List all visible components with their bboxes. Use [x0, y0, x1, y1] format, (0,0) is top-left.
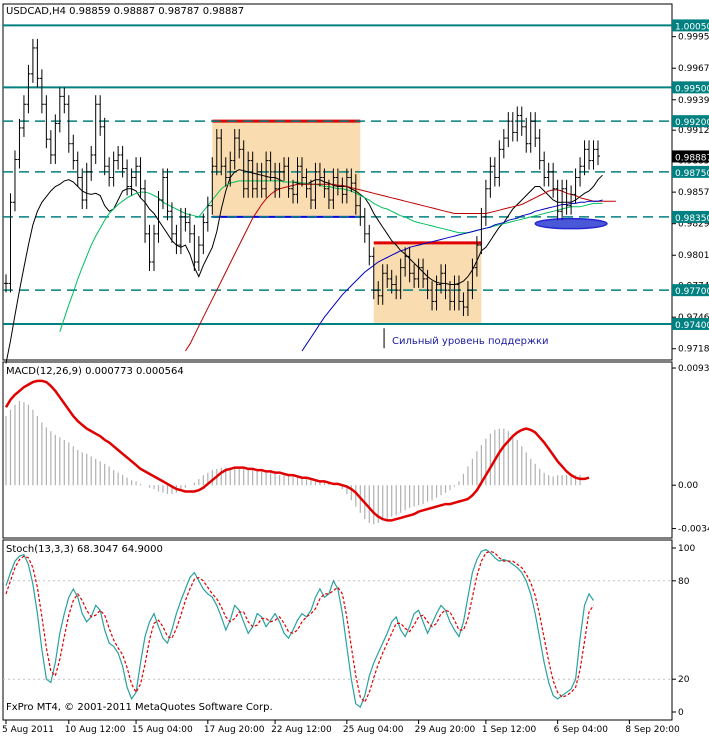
- price-axis-tick-label: 0.97180: [678, 345, 709, 355]
- date-axis-tick-label: 6 Sep 04:00: [554, 725, 609, 735]
- level-label: 0.97700: [675, 287, 709, 297]
- price-axis-tick-label: 0.99670: [678, 64, 709, 74]
- macd-axis-tick-label: 0.00932: [678, 364, 709, 374]
- level-label: 0.98350: [675, 214, 709, 224]
- highlight-ellipse: [534, 217, 608, 230]
- stoch-axis-tick-label: 80: [678, 577, 690, 587]
- level-label: 0.99500: [675, 84, 709, 94]
- date-axis-tick-label: 5 Aug 2011: [2, 725, 54, 735]
- stoch-axis-tick-label: 0: [678, 708, 684, 718]
- date-axis-tick-label: 17 Aug 20:00: [204, 725, 265, 735]
- support-annotation: Сильный уровень поддержки: [392, 336, 548, 347]
- stoch-axis-tick-label: 20: [678, 675, 690, 685]
- level-label: 0.99200: [675, 118, 709, 128]
- current-price-label: 0.98887: [675, 153, 709, 163]
- macd-axis-tick-label: 0.00: [678, 481, 698, 491]
- chart-header: USDCAD,H4 0.98859 0.98887 0.98787 0.9888…: [6, 6, 244, 17]
- macd-title: MACD(12,26,9) 0.000773 0.000564: [6, 366, 184, 377]
- date-axis-tick-label: 29 Aug 20:00: [415, 725, 476, 735]
- stoch-title: Stoch(13,3,3) 68.3047 64.9000: [6, 544, 163, 555]
- date-axis-tick-label: 1 Sep 12:00: [482, 725, 537, 735]
- level-label: 0.97400: [675, 321, 709, 331]
- date-axis-tick-label: 10 Aug 12:00: [65, 725, 126, 735]
- level-label: 0.98750: [675, 169, 709, 179]
- date-axis-tick-label: 8 Sep 20:00: [625, 725, 680, 735]
- price-axis-tick-label: 0.99950: [678, 33, 709, 43]
- mt4-chart-window: Сильный уровень поддержки USDCAD,H4 0.988…: [0, 0, 709, 735]
- price-axis-tick-label: 0.98570: [678, 188, 709, 198]
- date-axis-tick-label: 15 Aug 04:00: [132, 725, 193, 735]
- macd-axis-tick-label: -0.00345: [678, 525, 709, 535]
- level-label: 1.00050: [675, 22, 709, 32]
- stoch-axis-tick-label: 100: [678, 544, 695, 554]
- date-axis-tick-label: 22 Aug 12:00: [271, 725, 332, 735]
- date-axis-tick-label: 25 Aug 04:00: [343, 725, 404, 735]
- price-axis-tick-label: 0.99390: [678, 96, 709, 106]
- chart-canvas: Сильный уровень поддержки USDCAD,H4 0.988…: [0, 0, 709, 735]
- price-axis-tick-label: 0.98010: [678, 251, 709, 261]
- copyright-text: FxPro MT4, © 2001-2011 MetaQuotes Softwa…: [6, 702, 273, 713]
